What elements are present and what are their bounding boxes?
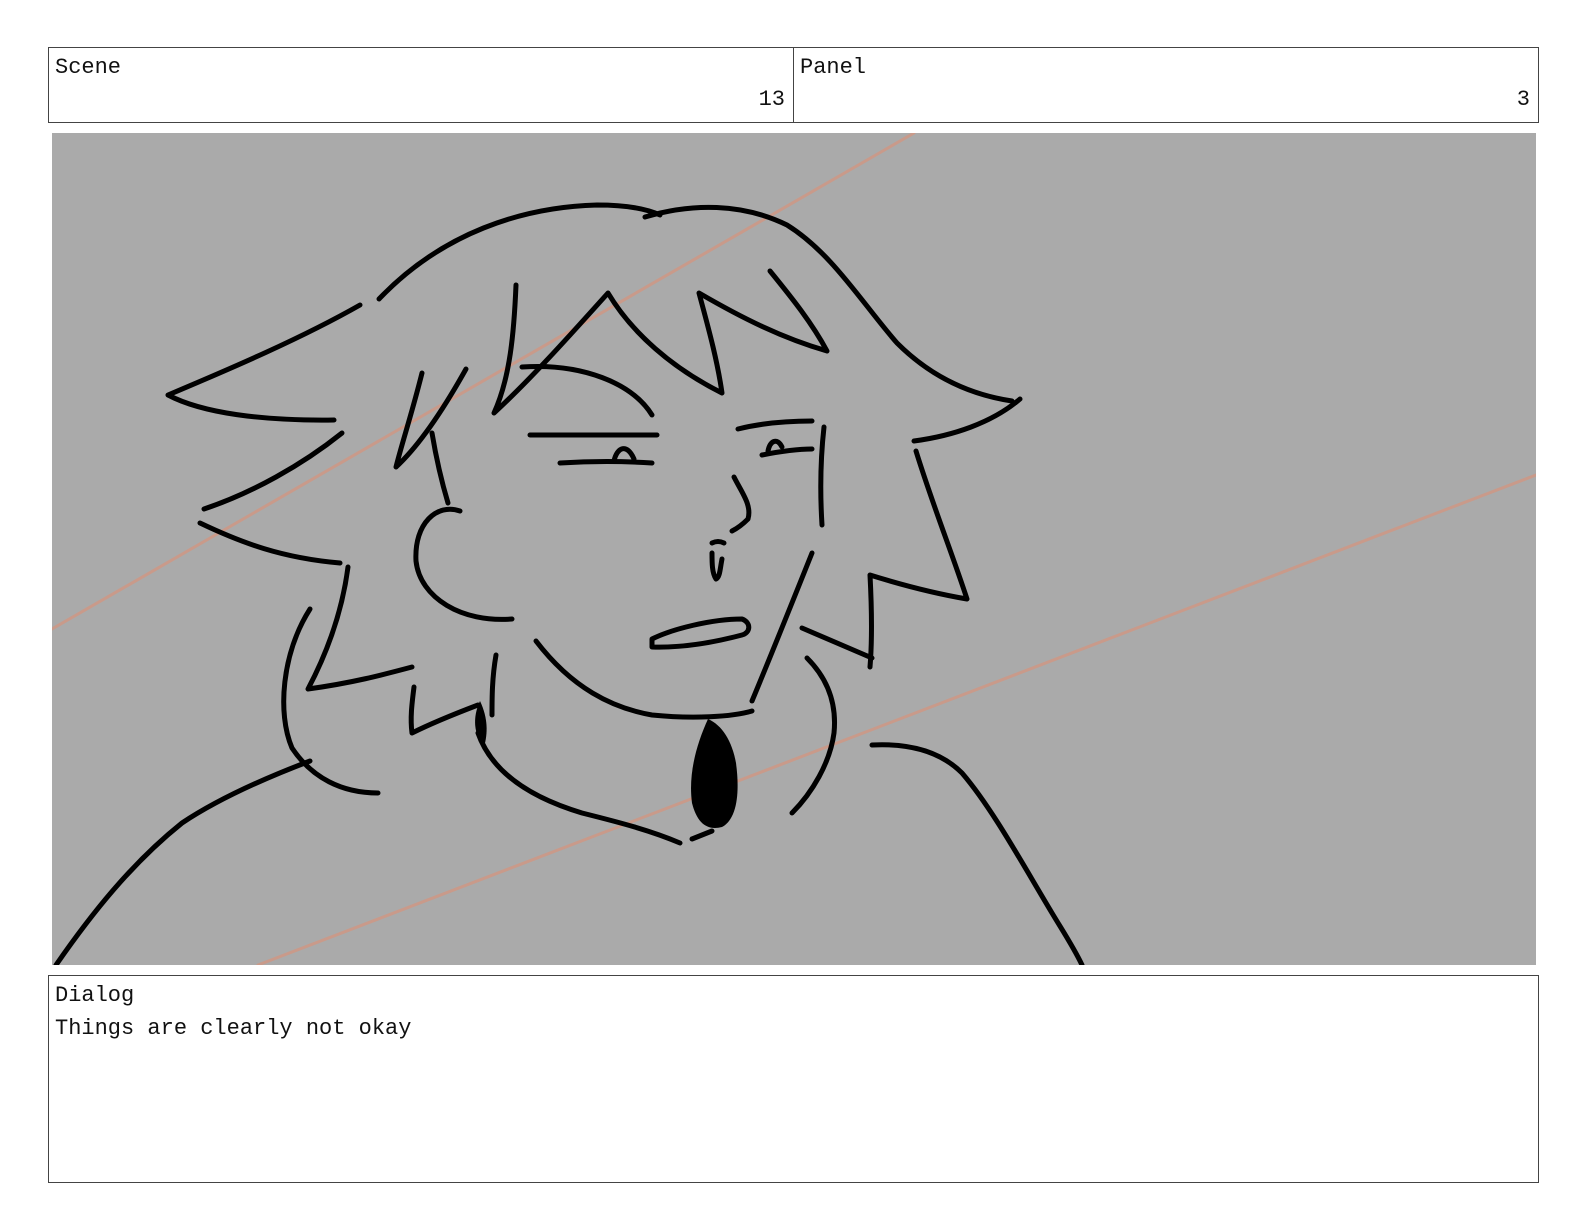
dialog-label: Dialog [55,983,135,1008]
panel-cell: Panel 3 [793,48,1538,122]
perspective-guide-lines [52,133,1536,965]
shading-fills [475,701,738,828]
scene-panel-header: Scene 13 Panel 3 [48,47,1539,123]
scene-number: 13 [758,87,785,112]
scene-label: Scene [55,55,122,80]
panel-label: Panel [800,55,867,80]
storyboard-panel-drawing [52,133,1536,965]
scene-cell: Scene 13 [49,48,793,122]
dialog-box: Dialog Things are clearly not okay [48,975,1539,1183]
panel-number: 3 [1516,87,1530,112]
character-linework [53,202,1085,965]
dialog-text: Things are clearly not okay [55,1016,412,1041]
character-sketch [52,133,1536,965]
